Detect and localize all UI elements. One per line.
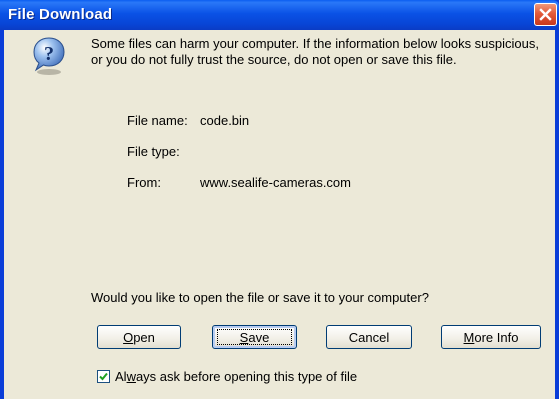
save-button[interactable]: Save: [212, 325, 297, 349]
window-title: File Download: [8, 6, 113, 23]
file-from-label: From:: [127, 175, 161, 190]
always-ask-checkbox[interactable]: [97, 370, 110, 383]
file-from-value: www.sealife-cameras.com: [200, 175, 351, 190]
checkmark-icon: [99, 372, 108, 381]
window-border-right: [555, 30, 559, 399]
file-name-value: code.bin: [200, 113, 250, 128]
question-icon: ?: [33, 37, 65, 75]
open-button-label: Open: [123, 329, 155, 345]
title-bar[interactable]: File Download: [0, 0, 559, 30]
file-from-row: From: www.sealife-cameras.com: [127, 175, 351, 190]
close-button[interactable]: [534, 3, 557, 26]
file-name-row: File name: code.bin: [127, 113, 249, 128]
cancel-button-label: Cancel: [348, 329, 390, 345]
file-download-dialog: File Download ? Some files can harm your…: [0, 0, 559, 399]
file-name-label: File name:: [127, 113, 188, 128]
warning-message: Some files can harm your computer. If th…: [91, 36, 539, 67]
svg-text:?: ?: [44, 43, 54, 65]
open-button[interactable]: Open: [97, 325, 181, 349]
focus-ring: [217, 329, 292, 345]
file-type-row: File type:: [127, 144, 200, 159]
open-save-prompt: Would you like to open the file or save …: [91, 290, 429, 305]
always-ask-label[interactable]: Always ask before opening this type of f…: [115, 369, 357, 384]
cancel-button[interactable]: Cancel: [326, 325, 412, 349]
more-info-button[interactable]: More Info: [441, 325, 541, 349]
more-info-button-label: More Info: [463, 329, 519, 345]
file-type-label: File type:: [127, 144, 180, 159]
close-icon: [539, 8, 552, 21]
